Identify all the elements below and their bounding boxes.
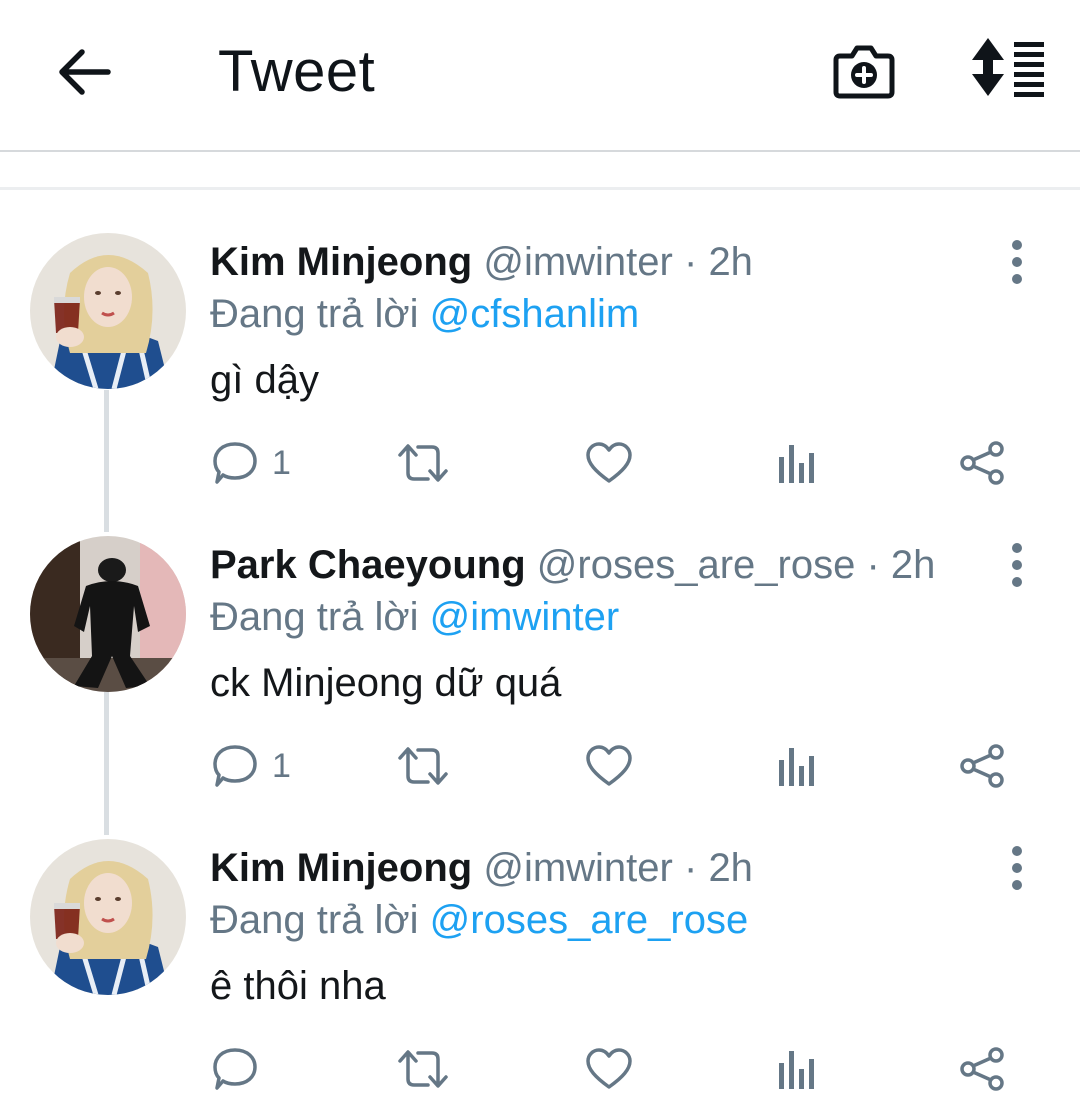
tweet-actions bbox=[0, 1039, 1080, 1099]
tweet-header: Park Chaeyoung @roses_are_rose · 2h bbox=[210, 540, 935, 590]
reply-context: Đang trả lời @imwinter bbox=[210, 592, 619, 642]
analytics-button[interactable] bbox=[774, 433, 818, 493]
more-vertical-icon bbox=[1012, 240, 1022, 284]
person-black-outfit-avatar bbox=[30, 536, 186, 692]
retweet-button[interactable] bbox=[396, 1039, 450, 1099]
page-title: Tweet bbox=[218, 39, 376, 104]
user-handle[interactable]: @imwinter bbox=[483, 846, 673, 890]
like-button[interactable] bbox=[585, 736, 633, 796]
tweet-header: Kim Minjeong @imwinter · 2h bbox=[210, 237, 753, 287]
share-button[interactable] bbox=[958, 1039, 1006, 1099]
reply-prefix: Đang trả lời bbox=[210, 595, 419, 639]
reply-count: 1 bbox=[272, 443, 291, 482]
arrow-left-icon bbox=[59, 49, 111, 95]
timestamp: 2h bbox=[708, 846, 753, 890]
share-icon bbox=[960, 441, 1004, 485]
share-icon bbox=[960, 1047, 1004, 1091]
retweet-button[interactable] bbox=[396, 736, 450, 796]
timestamp: 2h bbox=[708, 240, 753, 284]
reply-mention-link[interactable]: @imwinter bbox=[430, 595, 620, 639]
sort-button[interactable] bbox=[966, 36, 1052, 102]
analytics-bars-icon bbox=[779, 748, 814, 786]
retweet-icon bbox=[398, 747, 448, 785]
timestamp: 2h bbox=[890, 543, 936, 587]
tweet-actions: 1 bbox=[0, 433, 1080, 493]
analytics-button[interactable] bbox=[774, 736, 818, 796]
analytics-bars-icon bbox=[779, 445, 814, 483]
analytics-button[interactable] bbox=[774, 1039, 818, 1099]
separator: · bbox=[683, 240, 698, 284]
heart-icon bbox=[586, 745, 632, 786]
reply-count: 1 bbox=[272, 746, 291, 785]
reply-icon bbox=[213, 442, 257, 484]
tweet[interactable]: Kim Minjeong @imwinter · 2h Đang trả lời… bbox=[0, 233, 1080, 513]
heart-icon bbox=[586, 442, 632, 483]
user-handle[interactable]: @imwinter bbox=[483, 240, 673, 284]
display-name[interactable]: Park Chaeyoung bbox=[210, 543, 526, 587]
back-button[interactable] bbox=[52, 40, 116, 104]
reply-icon bbox=[213, 745, 257, 787]
like-button[interactable] bbox=[585, 433, 633, 493]
reply-button[interactable] bbox=[212, 1039, 272, 1099]
divider bbox=[0, 187, 1080, 190]
reply-context: Đang trả lời @roses_are_rose bbox=[210, 895, 748, 945]
sort-list-icon bbox=[972, 38, 1044, 97]
more-options-button[interactable] bbox=[1000, 540, 1034, 590]
avatar[interactable] bbox=[30, 233, 186, 389]
avatar[interactable] bbox=[30, 839, 186, 995]
tweet-actions: 1 bbox=[0, 736, 1080, 796]
reply-mention-link[interactable]: @roses_are_rose bbox=[430, 898, 749, 942]
top-app-bar: Tweet bbox=[0, 0, 1080, 152]
reply-prefix: Đang trả lời bbox=[210, 292, 419, 336]
tweet-text: ê thôi nha bbox=[210, 964, 386, 1008]
tweet[interactable]: Park Chaeyoung @roses_are_rose · 2h Đang… bbox=[0, 536, 1080, 816]
reply-mention-link[interactable]: @cfshanlim bbox=[430, 292, 640, 336]
blonde-woman-blue-jacket-avatar bbox=[30, 233, 186, 389]
retweet-icon bbox=[398, 444, 448, 482]
reply-button[interactable]: 1 bbox=[212, 433, 291, 493]
tweet[interactable]: Kim Minjeong @imwinter · 2h Đang trả lời… bbox=[0, 839, 1080, 1105]
more-options-button[interactable] bbox=[1000, 843, 1034, 893]
reply-icon bbox=[213, 1048, 257, 1090]
camera-button[interactable] bbox=[830, 36, 898, 104]
blonde-woman-blue-jacket-avatar bbox=[30, 839, 186, 995]
reply-prefix: Đang trả lời bbox=[210, 898, 419, 942]
more-options-button[interactable] bbox=[1000, 237, 1034, 287]
reply-context: Đang trả lời @cfshanlim bbox=[210, 289, 639, 339]
separator: · bbox=[683, 846, 698, 890]
more-vertical-icon bbox=[1012, 846, 1022, 890]
share-icon bbox=[960, 744, 1004, 788]
display-name[interactable]: Kim Minjeong bbox=[210, 846, 472, 890]
tweet-header: Kim Minjeong @imwinter · 2h bbox=[210, 843, 753, 893]
retweet-button[interactable] bbox=[396, 433, 450, 493]
tweet-text: ck Minjeong dữ quá bbox=[210, 661, 562, 705]
reply-button[interactable]: 1 bbox=[212, 736, 291, 796]
more-vertical-icon bbox=[1012, 543, 1022, 587]
tweet-text: gì dậy bbox=[210, 358, 319, 402]
share-button[interactable] bbox=[958, 736, 1006, 796]
heart-icon bbox=[586, 1048, 632, 1089]
avatar[interactable] bbox=[30, 536, 186, 692]
display-name[interactable]: Kim Minjeong bbox=[210, 240, 472, 284]
user-handle[interactable]: @roses_are_rose bbox=[537, 543, 856, 587]
separator: · bbox=[866, 543, 880, 587]
retweet-icon bbox=[398, 1050, 448, 1088]
share-button[interactable] bbox=[958, 433, 1006, 493]
camera-plus-icon bbox=[833, 45, 895, 99]
like-button[interactable] bbox=[585, 1039, 633, 1099]
analytics-bars-icon bbox=[779, 1051, 814, 1089]
